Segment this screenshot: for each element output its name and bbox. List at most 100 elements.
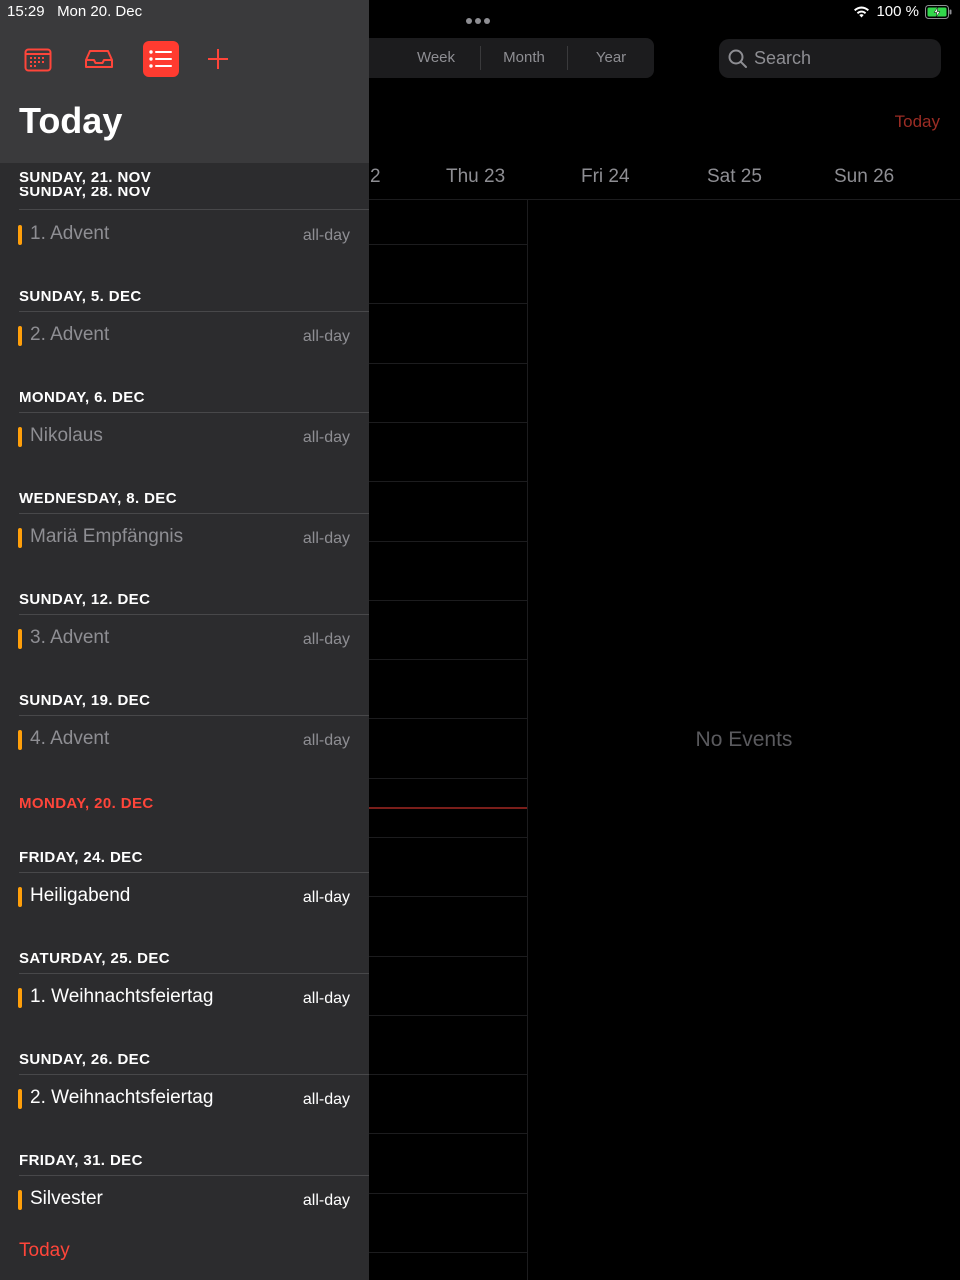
hour-line [369,778,527,779]
event-time: all-day [302,328,350,345]
separator [19,1074,369,1075]
section-header: SUNDAY, 5. DEC [19,288,142,305]
separator [19,209,369,210]
section-header: FRIDAY, 31. DEC [19,1152,143,1169]
day-header: Sat 25 [707,166,762,187]
hour-line [369,659,527,660]
hour-line [369,1193,527,1194]
section-header: SUNDAY, 21. NOV [19,169,152,186]
hour-line [369,481,527,482]
hour-line [369,422,527,423]
hour-line [369,896,527,897]
separator [19,872,369,873]
status-bar: 15:29 Mon 20. Dec 100 % [0,0,960,24]
event-time: all-day [302,631,350,648]
event-color-bar [18,427,22,447]
hour-line [369,363,527,364]
event-color-bar [18,528,22,548]
event-time: all-day [302,530,350,547]
hour-line [369,600,527,601]
wifi-icon [854,6,870,18]
event-time: all-day [302,732,350,749]
multitasking-dots-icon[interactable] [466,11,494,24]
hour-line [369,244,527,245]
section-header: SUNDAY, 26. DEC [19,1051,151,1068]
search-field[interactable]: Search [719,39,941,78]
hour-line [369,541,527,542]
event-title[interactable]: 1. Weihnachtsfeiertag [30,986,213,1008]
section-header: FRIDAY, 24. DEC [19,849,143,866]
event-color-bar [18,1089,22,1109]
view-segmented-control[interactable]: Week Month Year [360,38,654,78]
hour-line [369,303,527,304]
event-color-bar [18,225,22,245]
event-time: all-day [302,889,350,906]
list-view-icon[interactable] [143,41,179,77]
separator [19,513,369,514]
day-header: Thu 23 [446,166,506,187]
calendar-icon[interactable] [19,40,57,78]
search-placeholder: Search [754,48,812,68]
today-button[interactable]: Today [895,112,940,132]
event-title[interactable]: Heiligabend [30,885,130,907]
panel-header: Today [0,0,369,163]
event-color-bar [18,629,22,649]
hour-line [369,837,527,838]
separator [19,1175,369,1176]
hour-line [369,1015,527,1016]
separator [19,715,369,716]
no-events-label: No Events [695,728,793,751]
section-header: SUNDAY, 19. DEC [19,692,151,709]
separator [19,412,369,413]
event-time: all-day [302,429,350,446]
separator [19,311,369,312]
event-title[interactable]: 2. Weihnachtsfeiertag [30,1087,213,1109]
calendar-list-panel: Today SUNDAY, 21. NOV SUNDAY, 28. NOV 1.… [0,0,369,1280]
separator [19,973,369,974]
event-title[interactable]: Silvester [30,1188,103,1210]
event-title[interactable]: 1. Advent [30,223,109,245]
event-color-bar [18,730,22,750]
event-color-bar [18,1190,22,1210]
section-header: SUNDAY, 28. NOV [19,187,152,199]
section-header: SATURDAY, 25. DEC [19,950,171,967]
section-header: SUNDAY, 12. DEC [19,591,151,608]
hour-line [369,718,527,719]
event-time: all-day [302,1091,350,1108]
panel-title: Today [19,100,123,141]
hour-line [369,956,527,957]
event-title[interactable]: Nikolaus [30,425,103,447]
day-header: Sun 26 [834,166,895,187]
tab-week[interactable]: Week [394,38,478,78]
event-title[interactable]: Mariä Empfängnis [30,526,183,548]
hour-line [369,1252,527,1253]
event-time: all-day [302,1192,350,1209]
day-header: Fri 24 [581,166,630,187]
event-title[interactable]: 2. Advent [30,324,109,346]
event-color-bar [18,887,22,907]
today-footer-button[interactable]: Today [19,1240,70,1262]
section-header: MONDAY, 6. DEC [19,389,145,406]
battery-charging-icon [925,4,952,19]
day-header: 2 [370,166,381,187]
section-header: MONDAY, 20. DEC [19,795,154,812]
event-color-bar [18,326,22,346]
event-time: all-day [302,227,350,244]
add-event-icon[interactable] [199,40,237,78]
event-title[interactable]: 3. Advent [30,627,109,649]
current-time-line [369,807,527,809]
event-time: all-day [302,990,350,1007]
event-color-bar [18,988,22,1008]
header-divider [369,199,960,200]
tab-year[interactable]: Year [569,38,653,78]
inbox-icon[interactable] [80,40,118,78]
event-title[interactable]: 4. Advent [30,728,109,750]
status-time: 15:29 Mon 20. Dec [7,3,143,20]
hour-line [369,1133,527,1134]
hour-line [369,1074,527,1075]
separator [19,614,369,615]
section-header: WEDNESDAY, 8. DEC [19,490,177,507]
battery-percent: 100 % [876,3,919,20]
tab-month[interactable]: Month [482,38,566,78]
search-icon [728,49,747,68]
